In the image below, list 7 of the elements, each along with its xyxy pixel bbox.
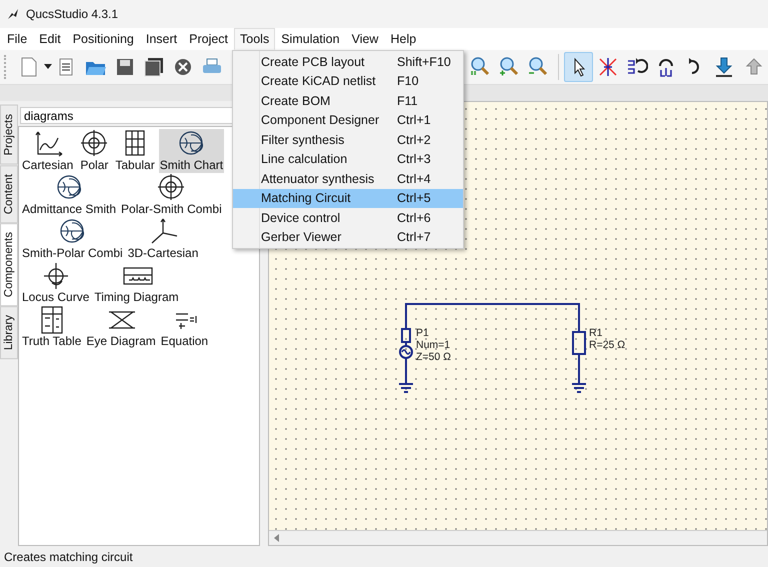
component-label: R=25 Ω [589,339,626,351]
component-label: P1 [416,327,429,339]
window-title: QucsStudio 4.3.1 [26,7,118,21]
component-label: Z=50 Ω [416,351,451,363]
component-label: R1 [589,327,602,339]
component-label: Num=1 [416,339,450,351]
status-text: Creates matching circuit [4,550,133,564]
